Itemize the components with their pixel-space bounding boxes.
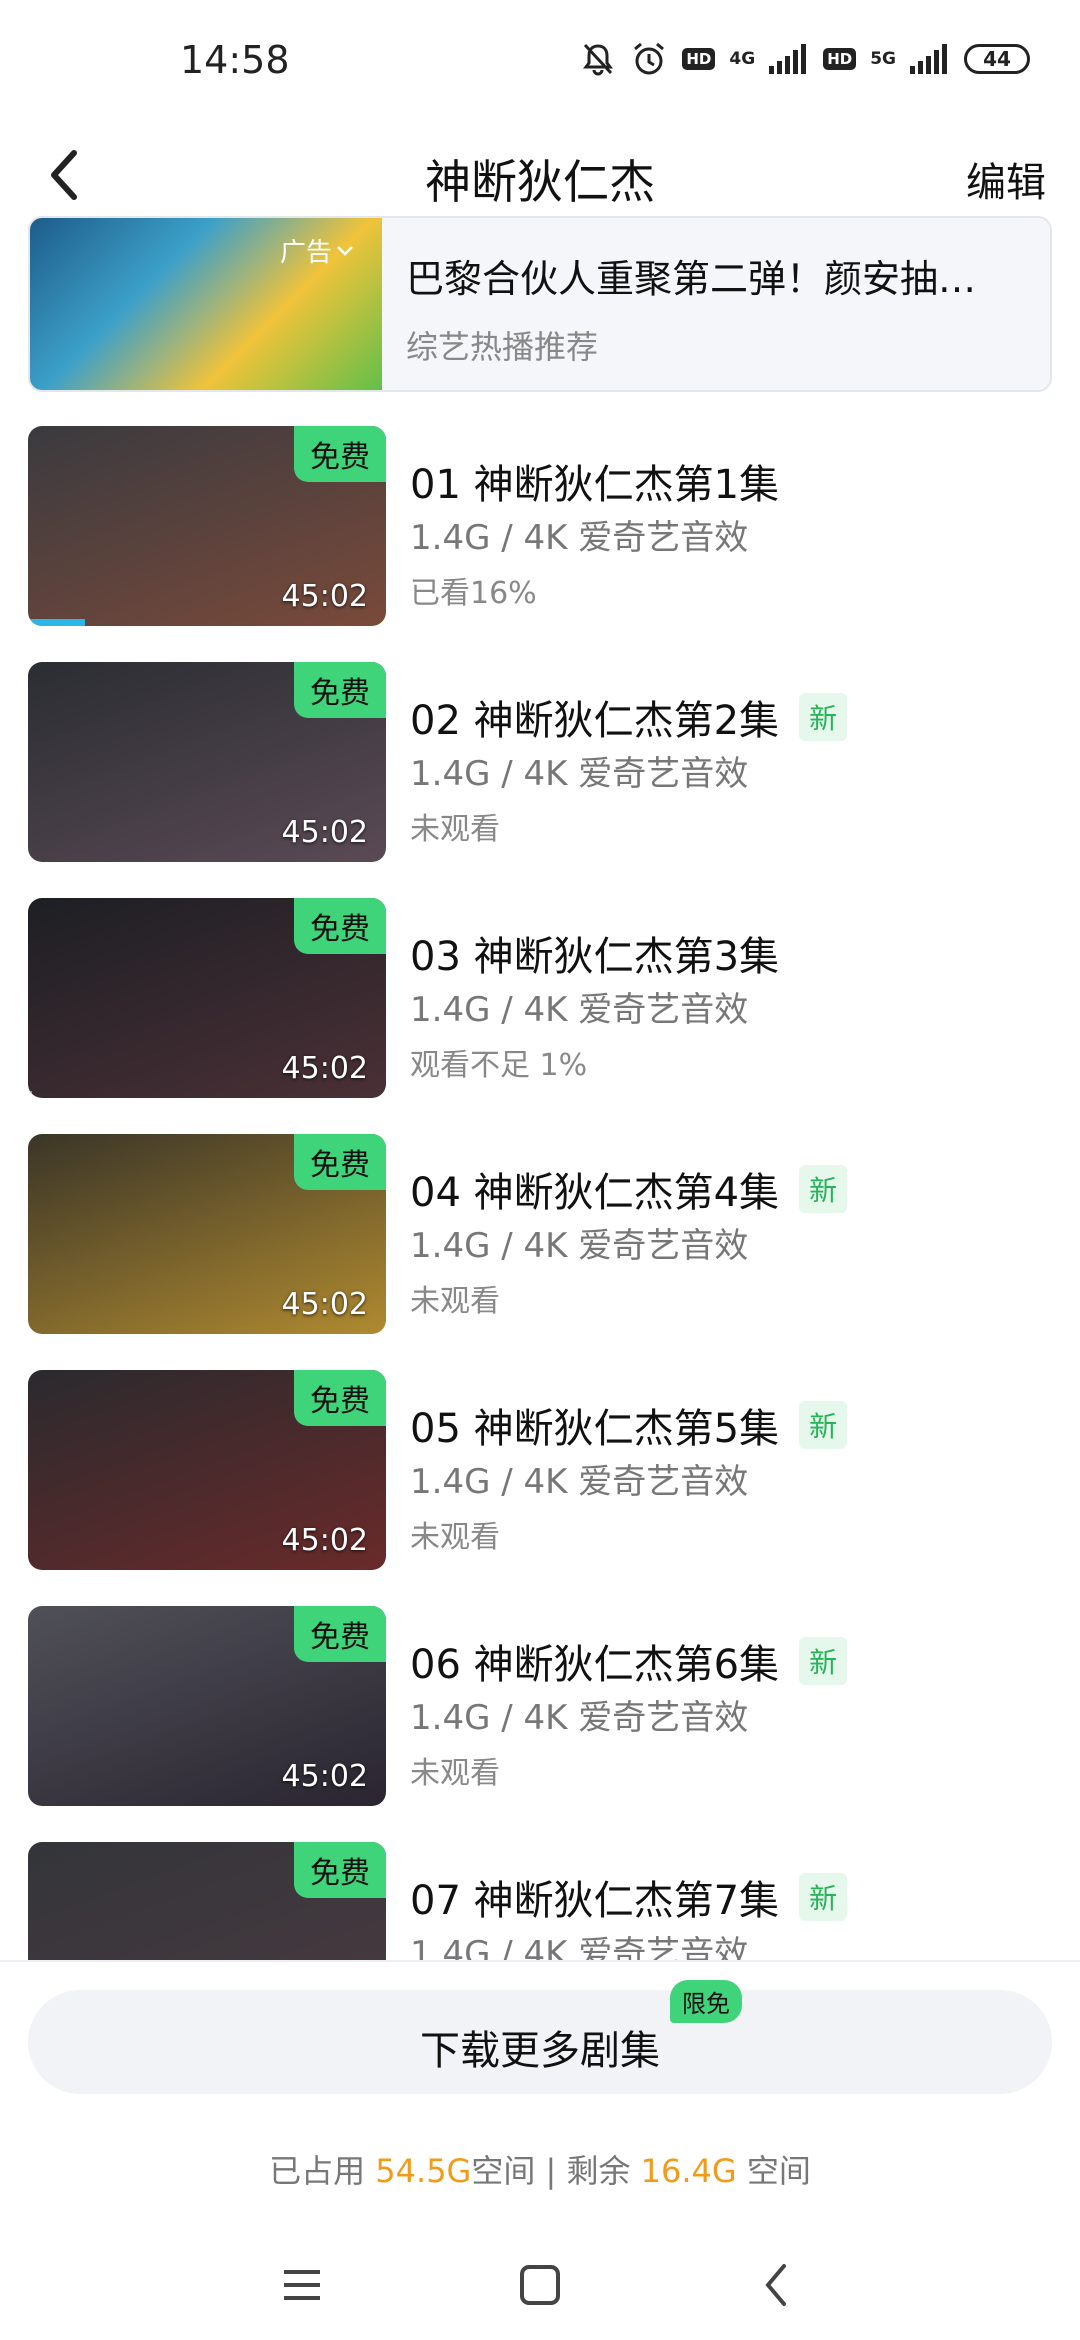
episode-title-row: 01 神断狄仁杰第1集 [410,452,779,510]
episode-meta: 1.4G / 4K 爱奇艺音效 [410,990,749,1030]
new-badge: 新 [799,1401,848,1449]
episode-title-row: 05 神断狄仁杰第5集 新 [410,1396,848,1454]
duration-label: 45:02 [281,1287,368,1322]
episode-thumbnail: 免费 45:02 [28,426,386,626]
episode-item-07[interactable]: 免费 07 神断狄仁杰第7集 新 1.4G / 4K 爱奇艺音效 [0,1842,1080,1960]
storage-used-suffix: 空间 | 剩余 [471,2152,641,2190]
free-badge: 免费 [294,1370,386,1426]
episode-item-05[interactable]: 免费 45:02 05 神断狄仁杰第5集 新 1.4G / 4K 爱奇艺音效 未… [0,1370,1080,1574]
bottom-divider [0,1960,1080,1962]
edit-button[interactable]: 编辑 [966,150,1046,208]
free-badge: 免费 [294,662,386,718]
episode-list: 免费 45:02 01 神断狄仁杰第1集 1.4G / 4K 爱奇艺音效 已看1… [0,426,1080,1960]
watch-progress-bar [28,619,86,626]
episode-thumbnail: 免费 45:02 [28,1134,386,1334]
episode-thumbnail: 免费 45:02 [28,662,386,862]
duration-label: 45:02 [281,1759,368,1794]
episode-thumbnail: 免费 45:02 [28,1370,386,1570]
ad-banner[interactable]: 广告 巴黎合伙人重聚第二弹！颜安抽… 综艺热播推荐 [28,216,1052,392]
episode-thumbnail: 免费 45:02 [28,1606,386,1806]
episode-title: 03 神断狄仁杰第3集 [410,934,780,980]
episode-item-01[interactable]: 免费 45:02 01 神断狄仁杰第1集 1.4G / 4K 爱奇艺音效 已看1… [0,426,1080,630]
episode-meta: 1.4G / 4K 爱奇艺音效 [410,1698,749,1738]
storage-used-prefix: 已占用 [269,2152,376,2190]
storage-free-suffix: 空间 [736,2152,811,2190]
episode-watch-status: 观看不足 1% [410,1048,588,1083]
download-more-button[interactable]: 下载更多剧集 限免 [28,1980,1052,2094]
episode-title: 05 神断狄仁杰第5集 [410,1406,780,1452]
episode-title-row: 07 神断狄仁杰第7集 新 [410,1868,848,1926]
episode-title: 02 神断狄仁杰第2集 [410,698,780,744]
episode-meta: 1.4G / 4K 爱奇艺音效 [410,1934,749,1960]
duration-label: 45:02 [281,1523,368,1558]
free-badge: 免费 [294,1842,386,1898]
system-nav-bar [0,2230,1080,2340]
menu-icon[interactable] [272,2260,332,2310]
battery-indicator: 44 [964,44,1030,74]
mute-bell-icon [583,43,614,76]
episode-title-row: 04 神断狄仁杰第4集 新 [410,1160,848,1218]
back-nav-icon[interactable] [748,2260,808,2310]
episode-meta: 1.4G / 4K 爱奇艺音效 [410,1226,749,1266]
download-more-label: 下载更多剧集 [420,2028,660,2074]
storage-info: 已占用 54.5G空间 | 剩余 16.4G 空间 [0,2146,1080,2192]
hd-badge-2: HD [823,48,857,70]
episode-item-04[interactable]: 免费 45:02 04 神断狄仁杰第4集 新 1.4G / 4K 爱奇艺音效 未… [0,1134,1080,1338]
episode-watch-status: 未观看 [410,812,500,847]
download-episodes-screen: 14:58 HD 4G HD 5G 44 神断狄仁杰 编辑 广告 巴黎合伙人重聚… [0,0,1080,2340]
alarm-icon [634,42,665,75]
status-icons: HD 4G HD 5G 44 [580,40,1030,78]
ad-subtitle: 综艺热播推荐 [406,328,599,366]
episode-watch-status: 已看16% [410,576,537,611]
network-type-2: 5G [870,49,896,69]
episode-thumbnail: 免费 45:02 [28,898,386,1098]
duration-label: 45:02 [281,579,368,614]
new-badge: 新 [799,1873,848,1921]
status-time: 14:58 [180,38,290,82]
duration-label: 45:02 [281,815,368,850]
chevron-down-icon [337,245,353,256]
free-badge: 免费 [294,426,386,482]
page-title: 神断狄仁杰 [425,155,655,209]
signal-icon-2 [910,44,947,74]
episode-title: 04 神断狄仁杰第4集 [410,1170,780,1216]
episode-watch-status: 未观看 [410,1520,500,1555]
watch-progress-bar [28,1091,32,1098]
ad-title: 巴黎合伙人重聚第二弹！颜安抽… [406,257,977,301]
ad-badge-label: 广告 [280,238,333,268]
limited-free-badge: 限免 [670,1980,742,2023]
ad-thumbnail: 广告 [30,218,382,390]
episode-watch-status: 未观看 [410,1756,500,1791]
episode-item-02[interactable]: 免费 45:02 02 神断狄仁杰第2集 新 1.4G / 4K 爱奇艺音效 未… [0,662,1080,866]
episode-item-06[interactable]: 免费 45:02 06 神断狄仁杰第6集 新 1.4G / 4K 爱奇艺音效 未… [0,1606,1080,1810]
duration-label: 45:02 [281,1051,368,1086]
storage-used-value: 54.5G [375,2152,472,2190]
episode-title: 01 神断狄仁杰第1集 [410,462,780,508]
episode-meta: 1.4G / 4K 爱奇艺音效 [410,1462,749,1502]
episode-title-row: 06 神断狄仁杰第6集 新 [410,1632,848,1690]
episode-title-row: 02 神断狄仁杰第2集 新 [410,688,848,746]
episode-watch-status: 未观看 [410,1284,500,1319]
home-icon[interactable] [510,2260,570,2310]
episode-meta: 1.4G / 4K 爱奇艺音效 [410,754,749,794]
new-badge: 新 [799,1637,848,1685]
free-badge: 免费 [294,1606,386,1662]
free-badge: 免费 [294,1134,386,1190]
network-type-1: 4G [729,49,756,69]
episode-title: 06 神断狄仁杰第6集 [410,1642,780,1688]
signal-icon-1 [769,44,807,74]
free-badge: 免费 [294,898,386,954]
hd-badge-1: HD [682,48,716,70]
status-bar: 14:58 HD 4G HD 5G 44 [0,0,1080,120]
episode-item-03[interactable]: 免费 45:02 03 神断狄仁杰第3集 1.4G / 4K 爱奇艺音效 观看不… [0,898,1080,1102]
storage-free-value: 16.4G [640,2152,737,2190]
episode-meta: 1.4G / 4K 爱奇艺音效 [410,518,749,558]
new-badge: 新 [799,693,848,741]
ad-badge[interactable]: 广告 [280,232,354,269]
episode-title: 07 神断狄仁杰第7集 [410,1878,780,1924]
new-badge: 新 [799,1165,848,1213]
episode-thumbnail: 免费 [28,1842,386,1960]
episode-title-row: 03 神断狄仁杰第3集 [410,924,779,982]
